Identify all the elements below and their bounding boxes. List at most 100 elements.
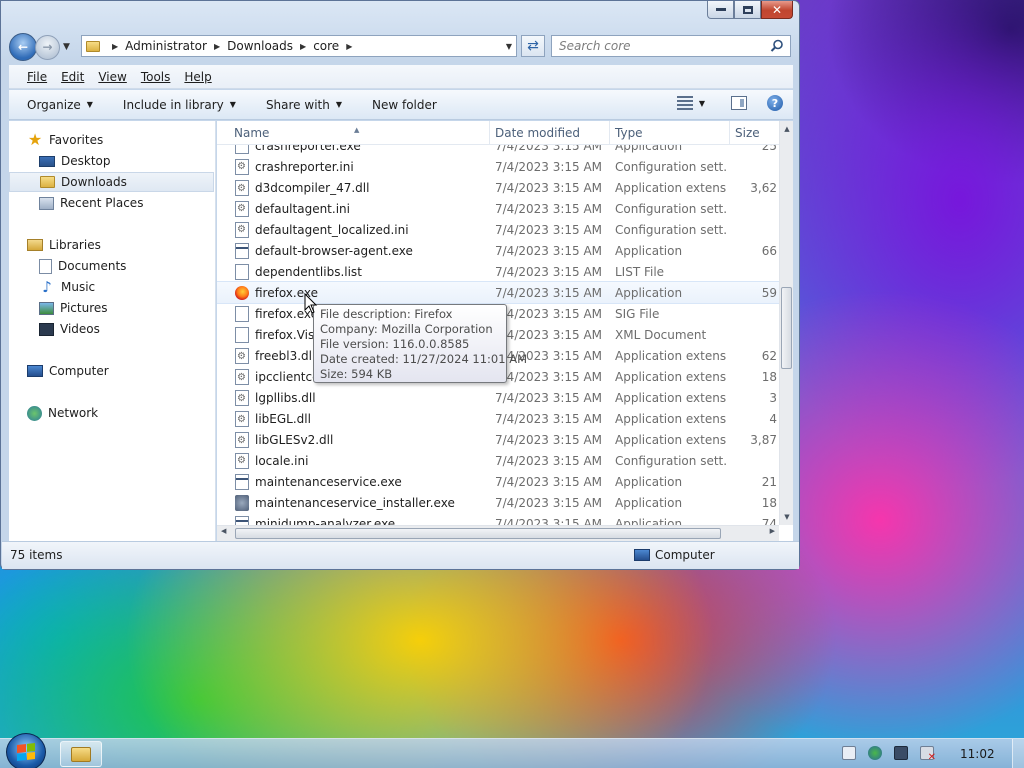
vertical-scrollbar[interactable]: ▲ ▼ <box>779 121 793 525</box>
menu-tools[interactable]: Tools <box>141 70 171 84</box>
column-date-modified[interactable]: Date modified <box>495 126 580 140</box>
start-button[interactable] <box>6 733 46 768</box>
breadcrumb-separator-icon[interactable]: ▶ <box>112 42 118 51</box>
table-row[interactable]: crashreporter.exe 7/4/2023 3:15 AM Applica… <box>217 145 779 156</box>
table-row[interactable]: default-browser-agent.exe 7/4/2023 3:15 A… <box>217 240 779 261</box>
clock[interactable]: 11:02 <box>960 747 995 761</box>
share-with-button[interactable]: Share with ▼ <box>266 98 342 112</box>
table-row[interactable]: lgpllibs.dll 7/4/2023 3:15 AM Application … <box>217 387 779 408</box>
search-input[interactable]: Search core <box>551 35 791 57</box>
table-row[interactable]: libEGL.dll 7/4/2023 3:15 AM Application ex… <box>217 408 779 429</box>
table-row[interactable]: defaultagent_localized.ini 7/4/2023 3:15 … <box>217 219 779 240</box>
computer-icon <box>634 549 650 561</box>
taskbar: ✕ 11:02 <box>0 733 1024 768</box>
table-row[interactable]: locale.ini 7/4/2023 3:15 AM Configuration … <box>217 450 779 471</box>
table-row[interactable]: defaultagent.ini 7/4/2023 3:15 AM Configur… <box>217 198 779 219</box>
column-size[interactable]: Size <box>735 126 760 140</box>
nav-computer[interactable]: Computer <box>27 361 109 381</box>
nav-videos[interactable]: Videos <box>39 319 100 339</box>
maximize-button[interactable] <box>734 1 761 19</box>
taskbar-explorer-button[interactable] <box>60 741 102 767</box>
change-view-icon[interactable] <box>676 96 693 110</box>
table-row[interactable]: libGLESv2.dll 7/4/2023 3:15 AM Application… <box>217 429 779 450</box>
file-name: locale.ini <box>235 452 308 469</box>
forward-button[interactable]: → <box>35 34 60 60</box>
nav-network[interactable]: Network <box>27 403 98 423</box>
nav-libraries[interactable]: Libraries <box>27 235 101 255</box>
nav-downloads[interactable]: Downloads <box>9 172 214 192</box>
file-size: 18 <box>761 495 777 510</box>
file-date: 7/4/2023 3:15 AM <box>495 516 603 526</box>
table-row[interactable]: firefox.exe 7/4/2023 3:15 AM Application 59 <box>217 281 779 304</box>
scroll-up-icon[interactable]: ▲ <box>780 121 793 137</box>
scroll-down-icon[interactable]: ▼ <box>780 509 793 525</box>
file-date: 7/4/2023 3:15 AM <box>495 243 603 258</box>
file-inst-icon <box>235 494 249 511</box>
volume-muted-icon[interactable]: ✕ <box>920 746 936 763</box>
nav-desktop[interactable]: Desktop <box>39 151 111 171</box>
preview-pane-button[interactable] <box>731 96 747 110</box>
file-name: default-browser-agent.exe <box>235 242 413 259</box>
table-row[interactable]: crashreporter.ini 7/4/2023 3:15 AM Configu… <box>217 156 779 177</box>
scroll-left-icon[interactable]: ◀ <box>221 527 226 535</box>
menu-view[interactable]: View <box>98 70 126 84</box>
nav-documents[interactable]: Documents <box>39 256 126 276</box>
back-button[interactable]: ← <box>9 33 37 61</box>
file-name: maintenanceservice_installer.exe <box>235 494 455 511</box>
breadcrumb-downloads[interactable]: Downloads <box>227 39 293 53</box>
command-bar-right: ▼ ? <box>676 95 783 111</box>
computer-icon <box>27 365 43 377</box>
breadcrumb-separator-icon[interactable]: ▶ <box>346 42 352 51</box>
horizontal-scroll-thumb[interactable] <box>235 528 721 539</box>
show-desktop-button[interactable] <box>1012 739 1024 768</box>
refresh-button[interactable]: ⇄ <box>521 35 545 57</box>
recent-pages-dropdown[interactable]: ▼ <box>63 42 70 52</box>
file-type: Application extens... <box>615 432 727 447</box>
address-history-dropdown[interactable]: ▼ <box>506 42 512 51</box>
new-folder-button[interactable]: New folder <box>372 98 437 112</box>
nav-recent-places[interactable]: Recent Places <box>39 193 143 213</box>
breadcrumb-administrator[interactable]: Administrator <box>125 39 207 53</box>
notification-icon[interactable] <box>842 746 856 760</box>
action-center-icon[interactable] <box>868 746 882 760</box>
table-row[interactable]: d3dcompiler_47.dll 7/4/2023 3:15 AM Applic… <box>217 177 779 198</box>
table-row[interactable]: minidump-analyzer.exe 7/4/2023 3:15 AM App… <box>217 513 779 525</box>
file-type: Application <box>615 474 683 489</box>
file-type: Configuration sett... <box>615 453 727 468</box>
status-location: Computer <box>634 548 715 562</box>
organize-button[interactable]: Organize ▼ <box>27 98 93 112</box>
horizontal-scrollbar[interactable]: ◀ ▶ <box>217 525 779 541</box>
file-cfg-icon <box>235 221 249 238</box>
vertical-scroll-thumb[interactable] <box>781 287 792 369</box>
include-in-library-button[interactable]: Include in library ▼ <box>123 98 236 112</box>
table-row[interactable]: dependentlibs.list 7/4/2023 3:15 AM LIST F… <box>217 261 779 282</box>
help-icon[interactable]: ? <box>767 95 783 111</box>
minimize-button[interactable] <box>707 1 734 19</box>
search-icon[interactable] <box>770 39 784 53</box>
breadcrumb-core[interactable]: core <box>313 39 339 53</box>
address-bar[interactable]: ▶ Administrator ▶ Downloads ▶ core ▶ ▼ <box>81 35 517 57</box>
breadcrumb-separator-icon[interactable]: ▶ <box>300 42 306 51</box>
close-button[interactable]: ✕ <box>761 1 793 19</box>
windows-logo-icon <box>17 743 35 761</box>
file-dll-icon <box>235 431 249 448</box>
column-type[interactable]: Type <box>615 126 643 140</box>
back-arrow-icon: ← <box>17 40 29 54</box>
column-name[interactable]: Name <box>234 126 269 140</box>
menu-file[interactable]: File <box>27 70 47 84</box>
breadcrumb-separator-icon[interactable]: ▶ <box>214 42 220 51</box>
file-name: defaultagent.ini <box>235 200 350 217</box>
table-row[interactable]: maintenanceservice.exe 7/4/2023 3:15 AM Ap… <box>217 471 779 492</box>
menu-edit[interactable]: Edit <box>61 70 84 84</box>
network-tray-icon[interactable] <box>894 746 908 760</box>
table-row[interactable]: maintenanceservice_installer.exe 7/4/2023… <box>217 492 779 513</box>
nav-favorites[interactable]: ★ Favorites <box>27 130 103 150</box>
file-size: 3,87 <box>750 432 777 447</box>
view-options-dropdown[interactable]: ▼ <box>699 99 705 108</box>
downloads-folder-icon <box>40 176 55 188</box>
menu-help[interactable]: Help <box>184 70 211 84</box>
file-name: minidump-analyzer.exe <box>235 515 395 525</box>
nav-music[interactable]: ♪ Music <box>39 277 95 297</box>
scroll-right-icon[interactable]: ▶ <box>770 527 775 535</box>
nav-pictures[interactable]: Pictures <box>39 298 108 318</box>
